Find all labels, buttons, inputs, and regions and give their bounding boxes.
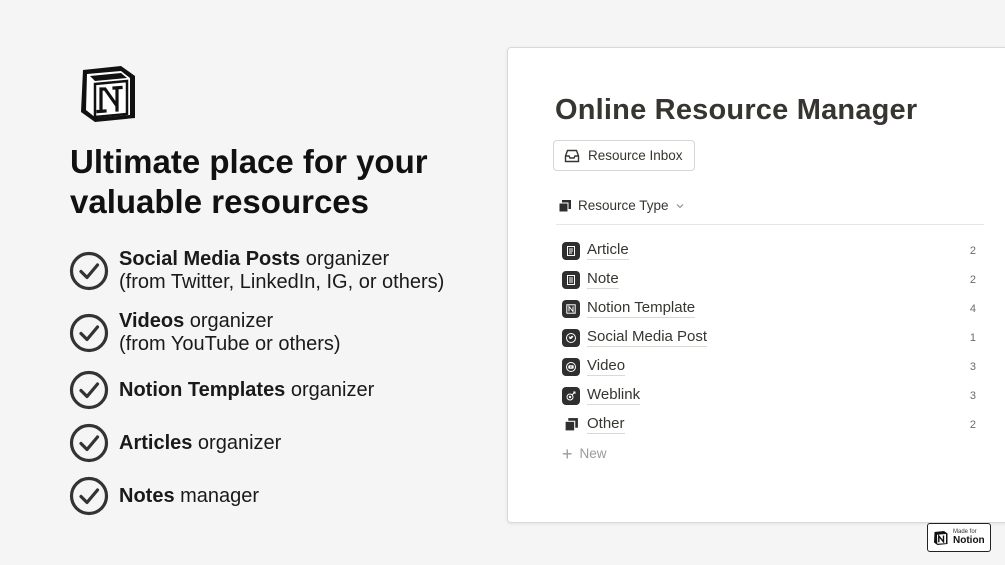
check-circle-icon (69, 423, 109, 463)
twitter-icon (562, 328, 580, 347)
list-item[interactable]: Social Media Post 1 (562, 323, 976, 352)
headline-line-1: Ultimate place for your (70, 143, 428, 180)
notion-logo-icon (934, 530, 948, 545)
new-item-button[interactable]: + New (562, 439, 976, 468)
inbox-icon (564, 149, 580, 162)
list-item-count: 3 (969, 360, 976, 373)
list-item[interactable]: Other 2 (562, 410, 976, 439)
document-icon (562, 241, 580, 260)
stack-icon (562, 416, 580, 434)
list-item[interactable]: Note 2 (562, 265, 976, 294)
feature-item: Social Media Posts organizer (from Twitt… (69, 248, 444, 294)
resource-inbox-label: Resource Inbox (588, 148, 683, 163)
link-icon (562, 386, 580, 405)
feature-rest: organizer (184, 310, 274, 332)
list-item-count: 3 (969, 389, 976, 402)
headline: Ultimate place for your valuable resourc… (70, 142, 490, 222)
note-icon (562, 270, 580, 289)
group-by-resource-type[interactable]: Resource Type (558, 198, 685, 213)
list-item[interactable]: Video 3 (562, 352, 976, 381)
feature-text: Notes manager (119, 485, 259, 508)
check-circle-icon (69, 476, 109, 516)
feature-rest: organizer (192, 431, 282, 454)
notion-logo-icon (77, 62, 141, 126)
chevron-down-icon (676, 203, 684, 208)
feature-bold: Notion Templates (119, 378, 286, 401)
notion-page-card: Online Resource Manager Resource Inbox R… (507, 47, 1005, 523)
list-item-label: Notion Template (587, 299, 696, 318)
list-item[interactable]: Weblink 3 (562, 381, 976, 410)
list-item-count: 2 (969, 418, 976, 431)
page-title: Online Resource Manager (555, 94, 918, 126)
list-item-count: 2 (969, 273, 976, 286)
badge-big-text: Notion (953, 535, 985, 546)
list-item[interactable]: Article 2 (562, 236, 976, 265)
youtube-icon (562, 357, 580, 376)
list-item-count: 4 (969, 302, 976, 315)
feature-sub: (from Twitter, LinkedIn, IG, or others) (119, 271, 445, 293)
feature-text: Articles organizer (119, 432, 281, 455)
feature-bold: Articles (119, 431, 193, 454)
check-circle-icon (69, 313, 109, 353)
list-item-label: Other (587, 415, 625, 434)
feature-bold: Social Media Posts (119, 248, 301, 270)
check-circle-icon (69, 370, 109, 410)
list-item-label: Note (587, 270, 619, 289)
list-item-count: 2 (969, 244, 976, 257)
notion-icon (562, 299, 580, 318)
feature-text: Notion Templates organizer (119, 379, 374, 402)
feature-text: Videos organizer (from YouTube or others… (119, 310, 341, 356)
feature-bold: Videos (119, 310, 185, 332)
list-item[interactable]: Notion Template 4 (562, 294, 976, 323)
feature-rest: organizer (285, 378, 375, 401)
resource-type-list: Article 2 Note 2 Notion Template 4 Socia… (562, 236, 976, 468)
feature-item: Notion Templates organizer (69, 370, 374, 410)
feature-item: Videos organizer (from YouTube or others… (69, 310, 341, 356)
list-item-count: 1 (969, 331, 976, 344)
feature-text: Social Media Posts organizer (from Twitt… (119, 248, 444, 294)
list-item-label: Social Media Post (587, 328, 708, 347)
stack-icon (558, 199, 571, 212)
list-item-label: Video (587, 357, 626, 376)
feature-sub: (from YouTube or others) (119, 333, 341, 355)
divider (556, 224, 984, 225)
plus-icon: + (562, 443, 573, 464)
made-for-notion-badge: Made for Notion (927, 523, 991, 552)
feature-item: Notes manager (69, 476, 259, 516)
list-item-label: Article (587, 241, 629, 260)
list-item-label: Weblink (587, 386, 641, 405)
feature-bold: Notes (119, 484, 175, 507)
group-label: Resource Type (578, 198, 669, 213)
resource-inbox-button[interactable]: Resource Inbox (553, 140, 695, 171)
headline-line-2: valuable resources (70, 183, 369, 220)
feature-rest: organizer (300, 248, 390, 270)
feature-item: Articles organizer (69, 423, 281, 463)
new-item-label: New (579, 446, 607, 461)
check-circle-icon (69, 251, 109, 291)
feature-rest: manager (174, 484, 260, 507)
